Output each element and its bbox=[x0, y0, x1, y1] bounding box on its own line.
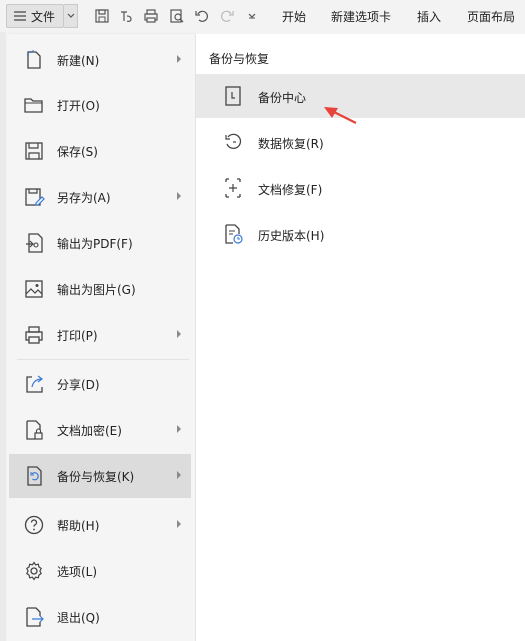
menu-item-export-image[interactable]: 输出为图片(G) bbox=[9, 267, 191, 311]
submenu-item-label: 备份中心 bbox=[258, 91, 307, 105]
menu-item-save-as[interactable]: 另存为(A) bbox=[9, 175, 191, 219]
submenu-item-document-repair[interactable]: 文档修复(F) bbox=[196, 166, 525, 210]
quick-access-toolbar: 文件 开始 新建选项卡 插入 页面布局 bbox=[0, 0, 525, 32]
export-pdf-icon bbox=[26, 233, 43, 253]
document-repair-icon bbox=[225, 178, 241, 198]
annotation-arrow-icon bbox=[324, 107, 357, 124]
submenu-item-data-recovery[interactable]: 数据恢复(R) bbox=[196, 120, 525, 164]
folder-open-icon bbox=[24, 98, 43, 113]
export-image-icon bbox=[25, 280, 43, 298]
tab-new-tab[interactable]: 新建选项卡 bbox=[331, 8, 391, 25]
print-icon bbox=[25, 326, 43, 344]
menu-item-label: 另存为(A) bbox=[57, 191, 111, 205]
menu-item-label: 新建(N) bbox=[57, 54, 100, 68]
submenu-item-history-version[interactable]: 历史版本(H) bbox=[196, 212, 525, 256]
submenu-arrow-icon bbox=[177, 520, 181, 528]
file-menu-label: 文件 bbox=[31, 9, 56, 24]
save-as-icon bbox=[25, 188, 45, 206]
menu-item-label: 输出为PDF(F) bbox=[57, 237, 133, 251]
backup-center-icon bbox=[225, 86, 241, 106]
menu-item-options[interactable]: 选项(L) bbox=[9, 549, 191, 593]
new-document-icon bbox=[26, 50, 41, 69]
menu-item-new[interactable]: 新建(N) bbox=[9, 38, 191, 82]
file-menu-button[interactable]: 文件 bbox=[6, 4, 64, 28]
menu-item-label: 打开(O) bbox=[57, 99, 100, 113]
menu-item-label: 打印(P) bbox=[57, 329, 98, 343]
file-menu: 新建(N) 打开(O) 保存(S) 另存为(A) 输出为PDF(F) 输出为图片… bbox=[7, 34, 196, 641]
document-background bbox=[0, 32, 6, 641]
menu-item-open[interactable]: 打开(O) bbox=[9, 83, 191, 127]
save-icon bbox=[25, 142, 43, 160]
save-to-cloud-icon[interactable] bbox=[117, 7, 135, 25]
menu-item-share[interactable]: 分享(D) bbox=[9, 362, 191, 406]
menu-item-label: 帮助(H) bbox=[57, 519, 100, 533]
menu-item-label: 备份与恢复(K) bbox=[57, 470, 135, 484]
menu-divider bbox=[17, 359, 189, 360]
tab-home[interactable]: 开始 bbox=[282, 8, 306, 25]
submenu-arrow-icon bbox=[177, 192, 181, 200]
quick-access-dropdown-icon[interactable] bbox=[243, 7, 261, 25]
print-preview-icon[interactable] bbox=[168, 7, 186, 25]
menu-item-encrypt[interactable]: 文档加密(E) bbox=[9, 408, 191, 452]
share-icon bbox=[26, 375, 43, 393]
menu-item-export-pdf[interactable]: 输出为PDF(F) bbox=[9, 221, 191, 265]
redo-icon[interactable] bbox=[218, 7, 236, 25]
history-version-icon bbox=[225, 224, 243, 244]
print-icon[interactable] bbox=[142, 7, 160, 25]
submenu-arrow-icon bbox=[177, 55, 181, 63]
menu-item-label: 保存(S) bbox=[57, 145, 98, 159]
menu-item-help[interactable]: 帮助(H) bbox=[9, 503, 191, 547]
file-menu-dropdown[interactable] bbox=[64, 4, 78, 28]
menu-item-save[interactable]: 保存(S) bbox=[9, 129, 191, 173]
exit-icon bbox=[26, 607, 44, 627]
submenu-item-label: 数据恢复(R) bbox=[258, 137, 324, 151]
submenu-title: 备份与恢复 bbox=[209, 52, 270, 66]
help-icon bbox=[24, 515, 44, 535]
backup-restore-submenu: 备份与恢复 备份中心 数据恢复(R) 文档修复(F) 历史版本(H) bbox=[196, 34, 525, 641]
menu-item-label: 分享(D) bbox=[57, 378, 100, 392]
menu-item-label: 退出(Q) bbox=[57, 611, 100, 625]
encrypt-icon bbox=[26, 420, 43, 440]
backup-restore-icon bbox=[27, 466, 42, 486]
menu-item-label: 文档加密(E) bbox=[57, 424, 122, 438]
tab-insert[interactable]: 插入 bbox=[417, 8, 441, 25]
gear-icon bbox=[26, 561, 42, 581]
menu-item-print[interactable]: 打印(P) bbox=[9, 313, 191, 357]
menu-item-label: 选项(L) bbox=[57, 565, 98, 579]
data-recovery-icon bbox=[225, 133, 242, 149]
submenu-item-label: 文档修复(F) bbox=[258, 183, 323, 197]
menu-item-label: 输出为图片(G) bbox=[57, 283, 136, 297]
undo-icon[interactable] bbox=[193, 7, 211, 25]
submenu-arrow-icon bbox=[177, 330, 181, 338]
submenu-arrow-icon bbox=[177, 471, 181, 479]
save-icon[interactable] bbox=[93, 7, 111, 25]
submenu-item-backup-center[interactable]: 备份中心 bbox=[196, 74, 525, 118]
menu-item-exit[interactable]: 退出(Q) bbox=[9, 595, 191, 639]
menu-item-backup-restore[interactable]: 备份与恢复(K) bbox=[9, 454, 191, 498]
submenu-item-label: 历史版本(H) bbox=[258, 229, 325, 243]
hamburger-icon bbox=[14, 11, 26, 21]
chevron-down-icon bbox=[67, 13, 74, 18]
tab-page-layout[interactable]: 页面布局 bbox=[467, 8, 515, 25]
submenu-arrow-icon bbox=[177, 425, 181, 433]
